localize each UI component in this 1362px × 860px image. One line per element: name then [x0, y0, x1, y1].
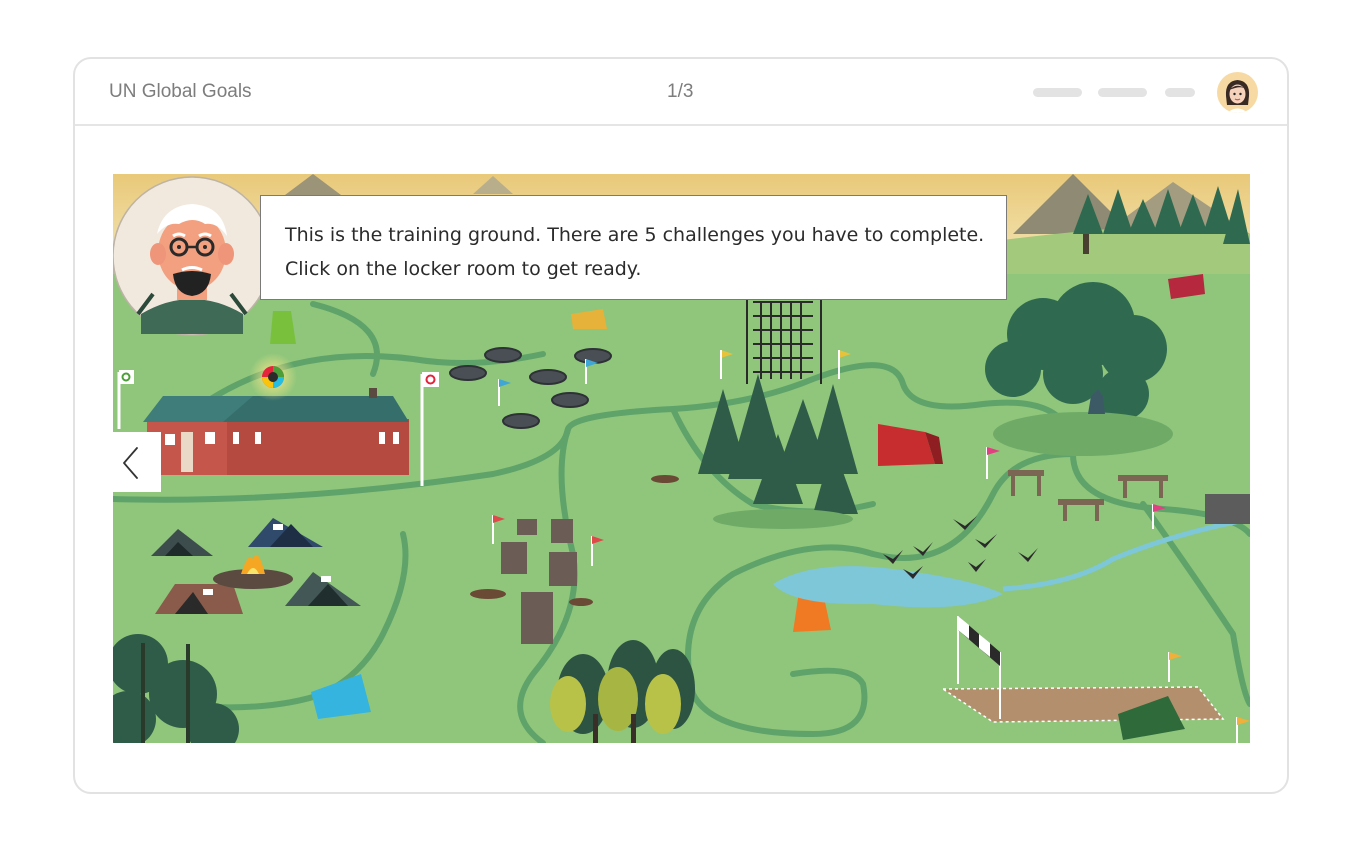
- menu-placeholder-1[interactable]: [1033, 88, 1082, 97]
- menu-placeholder-3[interactable]: [1165, 88, 1195, 97]
- user-avatar-icon[interactable]: [1217, 72, 1258, 113]
- top-bar: UN Global Goals 1/3: [75, 59, 1287, 126]
- old-man-coach-avatar: [113, 176, 272, 336]
- menu-placeholder-2[interactable]: [1098, 88, 1147, 97]
- training-ground-scene: This is the training ground. There are 5…: [113, 174, 1250, 743]
- app-window: UN Global Goals 1/3 This is the training…: [73, 57, 1289, 794]
- sdg-wheel-icon[interactable]: [262, 366, 284, 388]
- page-counter: 1/3: [667, 81, 694, 102]
- narrator-speech-bubble: This is the training ground. There are 5…: [260, 195, 1007, 300]
- app-title: UN Global Goals: [109, 81, 252, 102]
- back-button[interactable]: [113, 432, 161, 492]
- chevron-left-icon: [123, 447, 138, 479]
- locker-room-hotspot[interactable]: [147, 388, 411, 476]
